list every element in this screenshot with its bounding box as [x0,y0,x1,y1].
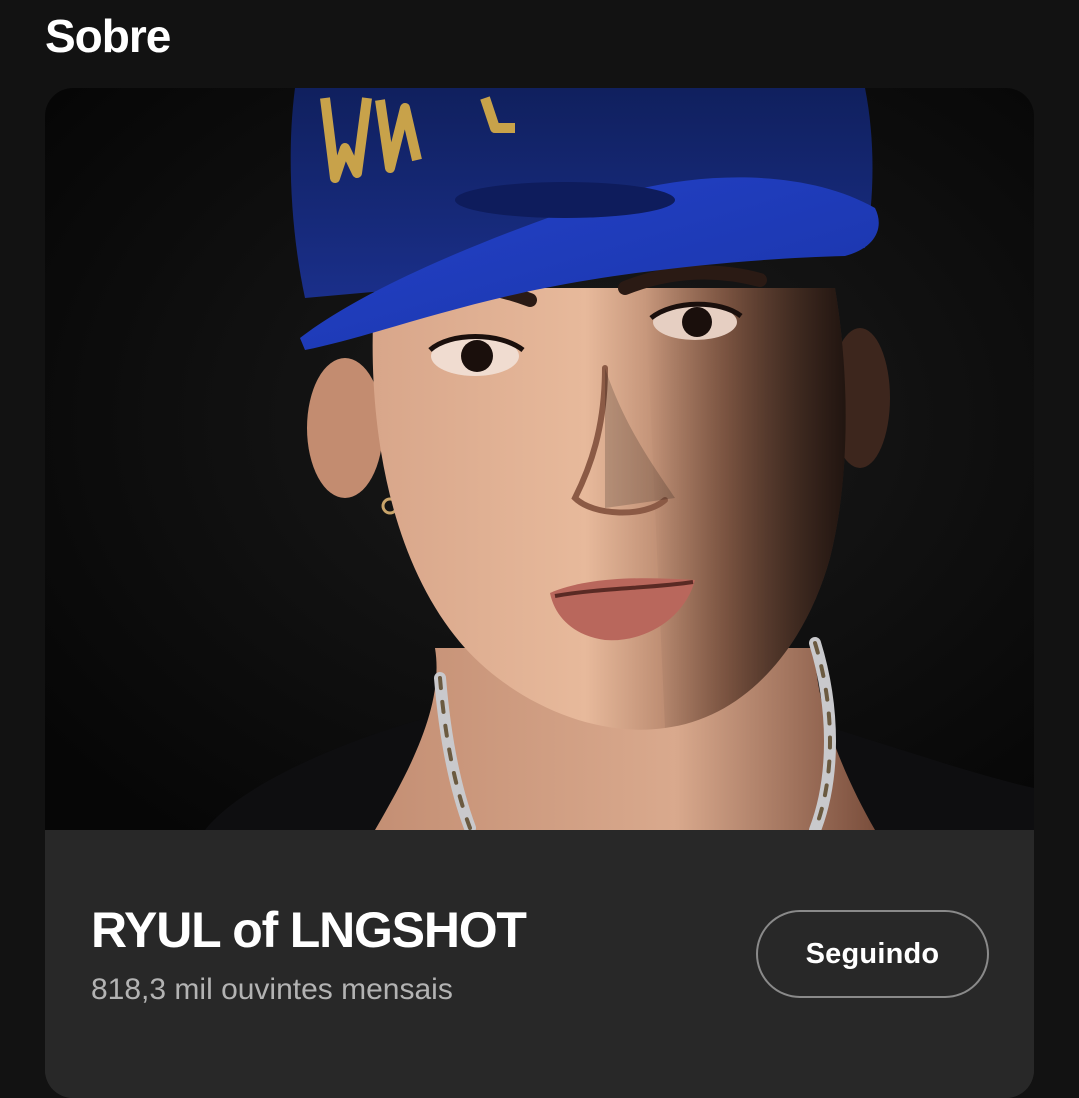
artist-portrait-illustration [45,88,1034,830]
section-title: Sobre [45,10,171,62]
artist-about-card[interactable]: RYUL of LNGSHOT 818,3 mil ouvintes mensa… [45,88,1034,1098]
following-button[interactable]: Seguindo [756,910,989,998]
artist-name[interactable]: RYUL of LNGSHOT [91,900,527,960]
artist-photo [45,88,1034,830]
artist-info-footer: RYUL of LNGSHOT 818,3 mil ouvintes mensa… [45,830,1034,1098]
monthly-listeners: 818,3 mil ouvintes mensais [91,973,453,1006]
